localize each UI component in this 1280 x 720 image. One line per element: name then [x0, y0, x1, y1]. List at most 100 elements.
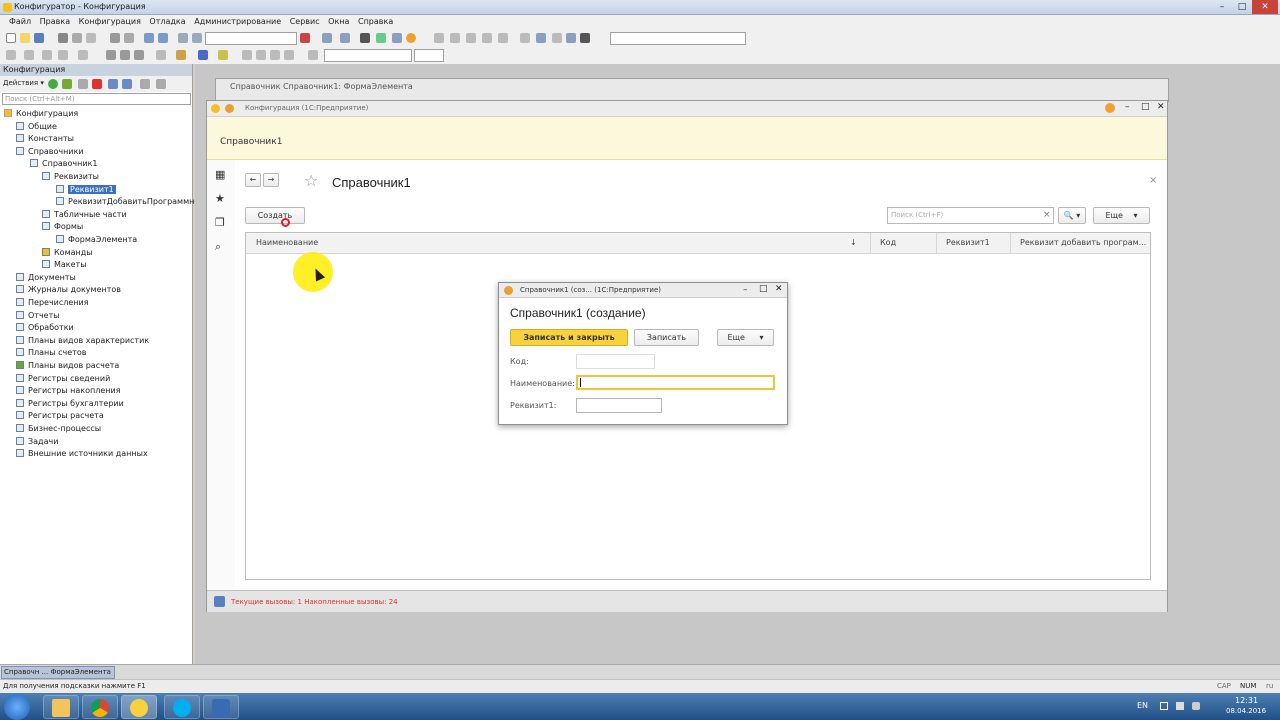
menu-file[interactable]: Файл: [6, 15, 34, 26]
volume-icon[interactable]: [1192, 702, 1200, 710]
align-icon[interactable]: [6, 50, 16, 60]
tree-node[interactable]: Конфигурация: [4, 108, 78, 120]
form-close-icon[interactable]: ×: [1149, 175, 1157, 186]
column-code[interactable]: Код: [880, 238, 896, 247]
borders-icon[interactable]: [156, 50, 166, 60]
compare-icon[interactable]: [520, 33, 530, 43]
align-center-icon[interactable]: [256, 50, 266, 60]
tree-node[interactable]: Общие: [16, 121, 57, 133]
clock-date[interactable]: 08.04.2016: [1226, 707, 1266, 715]
bookmark-icon[interactable]: [340, 33, 350, 43]
db-icon[interactable]: [536, 33, 546, 43]
object-icon[interactable]: [482, 33, 492, 43]
clear-search-icon[interactable]: [300, 33, 310, 43]
list-more-button[interactable]: Еще ▾: [1093, 207, 1150, 224]
section-link[interactable]: Справочник1: [220, 137, 282, 147]
minimize-icon[interactable]: –: [1125, 102, 1130, 112]
info-icon[interactable]: [1105, 103, 1115, 113]
actions-menu[interactable]: Действия ▾: [3, 79, 44, 87]
menu-edit[interactable]: Правка: [37, 15, 73, 26]
create-button[interactable]: Создать: [245, 207, 305, 224]
clock-icon[interactable]: [566, 33, 576, 43]
tree-node[interactable]: Документы: [16, 272, 76, 284]
search-options-button[interactable]: 🔍 ▾: [1058, 207, 1086, 224]
main-menu-icon[interactable]: [225, 104, 234, 113]
tree-node[interactable]: Регистры сведений: [16, 373, 110, 385]
tree-icon[interactable]: [466, 33, 476, 43]
tree-node[interactable]: Формы: [42, 221, 83, 233]
dialog-menu-icon[interactable]: [504, 286, 513, 295]
tree-node[interactable]: Регистры расчета: [16, 410, 104, 422]
align-right-icon[interactable]: [270, 50, 280, 60]
tree-node[interactable]: Справочники: [16, 146, 84, 158]
tree-node[interactable]: Планы видов расчета: [16, 360, 119, 372]
redo-icon[interactable]: [158, 33, 168, 43]
sort-icon[interactable]: [140, 79, 150, 89]
save-icon[interactable]: [34, 33, 44, 43]
keyboard-language[interactable]: EN: [1137, 701, 1148, 710]
filter-icon[interactable]: [156, 79, 166, 89]
attribute1-field[interactable]: [576, 398, 662, 413]
debug-icon[interactable]: [360, 33, 370, 43]
tree-node[interactable]: Планы видов характеристик: [16, 335, 149, 347]
copy-item-icon[interactable]: [78, 79, 88, 89]
close-button[interactable]: ✕: [1252, 0, 1278, 14]
taskbar-app[interactable]: [203, 695, 239, 719]
tree-node[interactable]: Перечисления: [16, 297, 89, 309]
open-icon[interactable]: [20, 33, 30, 43]
column-attribute1[interactable]: Реквизит1: [946, 238, 990, 247]
method-combo[interactable]: [610, 32, 746, 45]
menu-administration[interactable]: Администрирование: [191, 15, 284, 26]
run-icon[interactable]: [376, 33, 386, 43]
save-and-close-button[interactable]: Записать и закрыть: [510, 329, 628, 346]
copy-icon[interactable]: [72, 33, 82, 43]
merge-icon[interactable]: [58, 50, 68, 60]
code-field[interactable]: [576, 354, 655, 369]
tree-node[interactable]: Планы счетов: [16, 347, 86, 359]
menu-windows[interactable]: Окна: [325, 15, 352, 26]
tree-node[interactable]: Табличные части: [42, 209, 127, 221]
tree-node[interactable]: Справочник1: [30, 158, 97, 170]
tree-node[interactable]: Команды: [42, 247, 93, 259]
search-icon[interactable]: ⌕: [215, 240, 221, 254]
tree-node[interactable]: Задачи: [16, 436, 58, 448]
menu-help[interactable]: Справка: [355, 15, 396, 26]
font-size-combo[interactable]: [414, 49, 444, 62]
search-combo[interactable]: [205, 32, 297, 45]
move-down-icon[interactable]: [122, 79, 132, 89]
undo-icon[interactable]: [144, 33, 154, 43]
tree-node[interactable]: Макеты: [42, 259, 87, 271]
calls-icon[interactable]: [214, 596, 225, 607]
close-icon[interactable]: ✕: [1157, 102, 1165, 112]
move-up-icon[interactable]: [108, 79, 118, 89]
tree-node[interactable]: Обработки: [16, 322, 74, 334]
menu-service[interactable]: Сервис: [287, 15, 323, 26]
cut-icon[interactable]: [58, 33, 68, 43]
report-icon[interactable]: [552, 33, 562, 43]
tree-node[interactable]: ФормаЭлемента: [56, 234, 137, 246]
menu-configuration[interactable]: Конфигурация: [76, 15, 144, 26]
module-icon[interactable]: [434, 33, 444, 43]
maximize-icon[interactable]: □: [1141, 102, 1150, 112]
font-color-icon[interactable]: [198, 50, 208, 60]
menu-debug[interactable]: Отладка: [146, 15, 188, 26]
dialog-more-button[interactable]: Еще ▾: [717, 329, 774, 346]
tree-node[interactable]: Реквизиты: [42, 171, 99, 183]
save-button[interactable]: Записать: [634, 329, 699, 346]
underline-icon[interactable]: [134, 50, 144, 60]
dialog-maximize-icon[interactable]: □: [759, 284, 768, 294]
list-icon[interactable]: [450, 33, 460, 43]
find-next-icon[interactable]: [192, 33, 202, 43]
sort-down-icon[interactable]: ↓: [850, 238, 857, 247]
format-icon[interactable]: [78, 50, 88, 60]
favorite-star-icon[interactable]: ☆: [304, 171, 318, 190]
tree-node[interactable]: Реквизит1: [56, 184, 116, 196]
bold-icon[interactable]: [106, 50, 116, 60]
forward-button[interactable]: →: [263, 173, 279, 187]
highlight-icon[interactable]: [218, 50, 228, 60]
tree-node[interactable]: Журналы документов: [16, 284, 121, 296]
tree-node[interactable]: Внешние источники данных: [16, 448, 148, 460]
maximize-button[interactable]: □: [1232, 0, 1252, 14]
edit-icon[interactable]: [62, 79, 72, 89]
start-button-icon[interactable]: [4, 694, 30, 720]
